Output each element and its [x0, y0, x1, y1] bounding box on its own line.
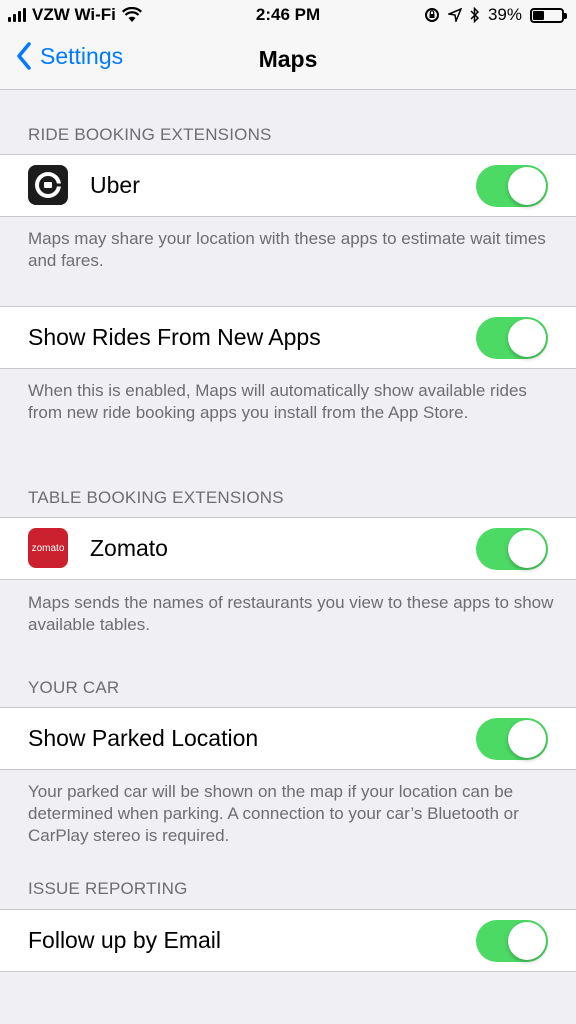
parked-location-toggle[interactable] — [476, 718, 548, 760]
toggle-knob — [508, 319, 546, 357]
uber-app-icon — [28, 165, 68, 205]
toggle-knob — [508, 167, 546, 205]
new-apps-label: Show Rides From New Apps — [28, 324, 321, 350]
table-booking-group: zomato Zomato — [0, 517, 576, 580]
battery-icon — [530, 7, 567, 23]
new-apps-toggle[interactable] — [476, 317, 548, 359]
orientation-lock-icon — [424, 8, 439, 22]
toggle-knob — [508, 720, 546, 758]
section-header-ride-booking: RIDE BOOKING EXTENSIONS — [28, 125, 272, 144]
follow-up-email-toggle[interactable] — [476, 920, 548, 962]
your-car-group: Show Parked Location — [0, 707, 576, 770]
new-apps-group: Show Rides From New Apps — [0, 306, 576, 369]
location-arrow-icon — [447, 8, 462, 22]
parked-location-label: Show Parked Location — [28, 725, 259, 751]
follow-up-email-label: Follow up by Email — [28, 927, 222, 953]
zomato-icon-text: zomato — [31, 542, 65, 554]
uber-toggle[interactable] — [476, 165, 548, 207]
battery-percent: 39% — [487, 5, 522, 24]
follow-up-email-row: Follow up by Email — [0, 910, 576, 971]
app-row-zomato: zomato Zomato — [0, 518, 576, 579]
toggle-knob — [508, 922, 546, 960]
bluetooth-icon — [470, 7, 480, 23]
app-row-uber: Uber — [0, 155, 576, 216]
app-name-uber: Uber — [90, 172, 140, 198]
ride-booking-footer: Maps may share your location with these … — [28, 229, 546, 270]
section-header-issue-reporting: ISSUE REPORTING — [28, 879, 188, 898]
section-header-your-car: YOUR CAR — [28, 678, 120, 697]
page-title: Maps — [258, 46, 318, 72]
status-right: 39% — [424, 5, 568, 25]
your-car-footer: Your parked car will be shown on the map… — [28, 782, 519, 845]
app-name-zomato: Zomato — [90, 535, 168, 561]
new-apps-footer: When this is enabled, Maps will automati… — [28, 381, 527, 422]
battery-level-fill — [533, 10, 544, 20]
status-bar: VZW Wi-Fi 2:46 PM 39% — [0, 0, 576, 30]
new-apps-row: Show Rides From New Apps — [0, 307, 576, 368]
issue-reporting-group: Follow up by Email — [0, 909, 576, 972]
uber-logo-icon — [35, 172, 63, 198]
ride-booking-group: Uber — [0, 154, 576, 217]
zomato-app-icon: zomato — [28, 528, 68, 568]
parked-location-row: Show Parked Location — [0, 708, 576, 769]
toggle-knob — [508, 530, 546, 568]
table-booking-footer: Maps sends the names of restaurants you … — [28, 593, 554, 634]
navigation-bar: Settings Maps — [0, 30, 576, 90]
section-header-table-booking: TABLE BOOKING EXTENSIONS — [28, 488, 284, 507]
zomato-toggle[interactable] — [476, 528, 548, 570]
